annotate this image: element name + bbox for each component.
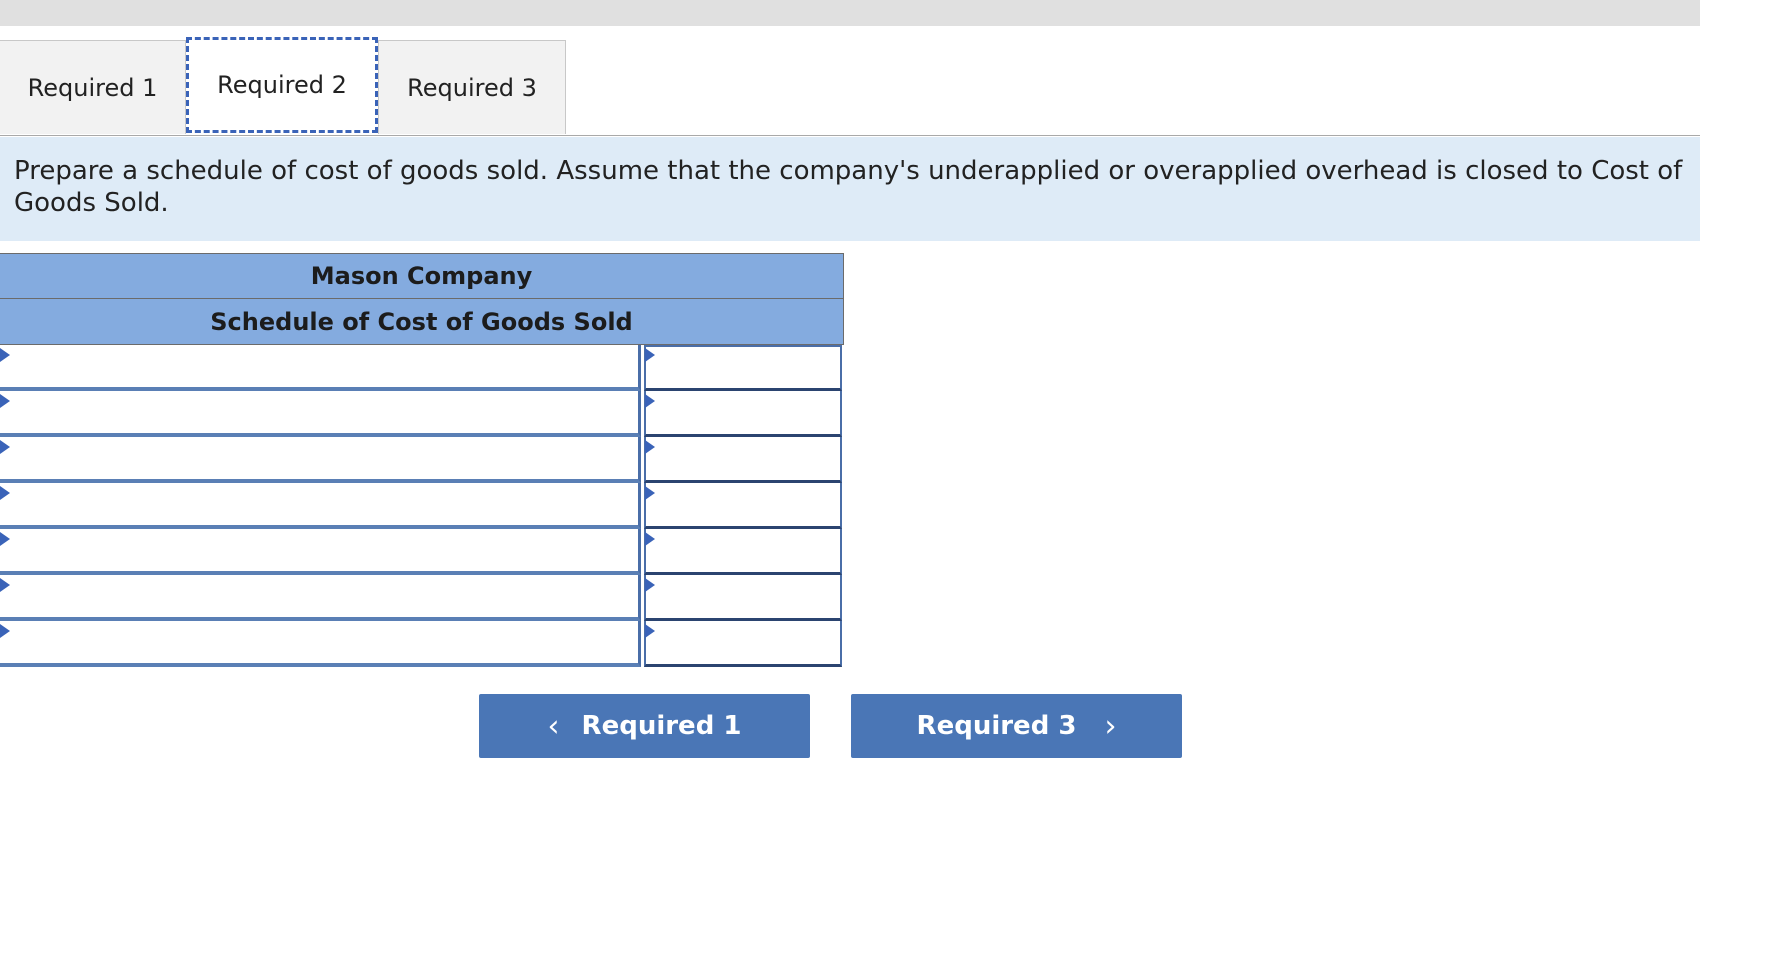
schedule-table: Mason Company Schedule of Cost of Goods … [0,253,844,667]
input-marker-icon [645,440,655,454]
row-label-dropdown[interactable] [0,391,641,437]
schedule-company-header: Mason Company [0,253,844,299]
table-row [0,345,844,391]
dropdown-marker-icon [0,394,10,408]
row-amount-input[interactable] [644,345,842,391]
row-amount-input[interactable] [644,391,842,437]
dropdown-marker-icon [0,532,10,546]
instructions-text: Prepare a schedule of cost of goods sold… [14,156,1683,218]
row-amount-input[interactable] [644,483,842,529]
table-row [0,437,844,483]
next-required-3-button[interactable]: Required 3 › [851,694,1182,758]
input-marker-icon [645,578,655,592]
dropdown-marker-icon [0,440,10,454]
tab-bar: Required 1 Required 2 Required 3 [0,37,1700,136]
top-bar [0,0,1700,26]
dropdown-marker-icon [0,578,10,592]
chevron-right-icon: › [1104,708,1117,744]
row-amount-input[interactable] [644,575,842,621]
table-row [0,621,844,667]
prev-required-1-button[interactable]: ‹ Required 1 [479,694,810,758]
next-button-label: Required 3 [916,711,1077,741]
dropdown-marker-icon [0,624,10,638]
tab-required-1[interactable]: Required 1 [0,40,186,134]
schedule-rows [0,345,844,667]
input-marker-icon [645,624,655,638]
input-marker-icon [645,394,655,408]
table-row [0,391,844,437]
prev-button-label: Required 1 [581,711,742,741]
row-label-dropdown[interactable] [0,483,641,529]
chevron-left-icon: ‹ [547,708,560,744]
dropdown-marker-icon [0,486,10,500]
tab-required-2[interactable]: Required 2 [186,37,378,133]
row-label-dropdown[interactable] [0,529,641,575]
table-row [0,575,844,621]
row-amount-input[interactable] [644,621,842,667]
table-row [0,529,844,575]
row-label-dropdown[interactable] [0,437,641,483]
row-label-dropdown[interactable] [0,575,641,621]
input-marker-icon [645,532,655,546]
instructions-panel: Prepare a schedule of cost of goods sold… [0,137,1700,241]
tab-required-3[interactable]: Required 3 [378,40,566,134]
table-row [0,483,844,529]
row-label-dropdown[interactable] [0,621,641,667]
row-label-dropdown[interactable] [0,345,641,391]
input-marker-icon [645,348,655,362]
dropdown-marker-icon [0,348,10,362]
row-amount-input[interactable] [644,437,842,483]
schedule-title-header: Schedule of Cost of Goods Sold [0,299,844,345]
input-marker-icon [645,486,655,500]
row-amount-input[interactable] [644,529,842,575]
